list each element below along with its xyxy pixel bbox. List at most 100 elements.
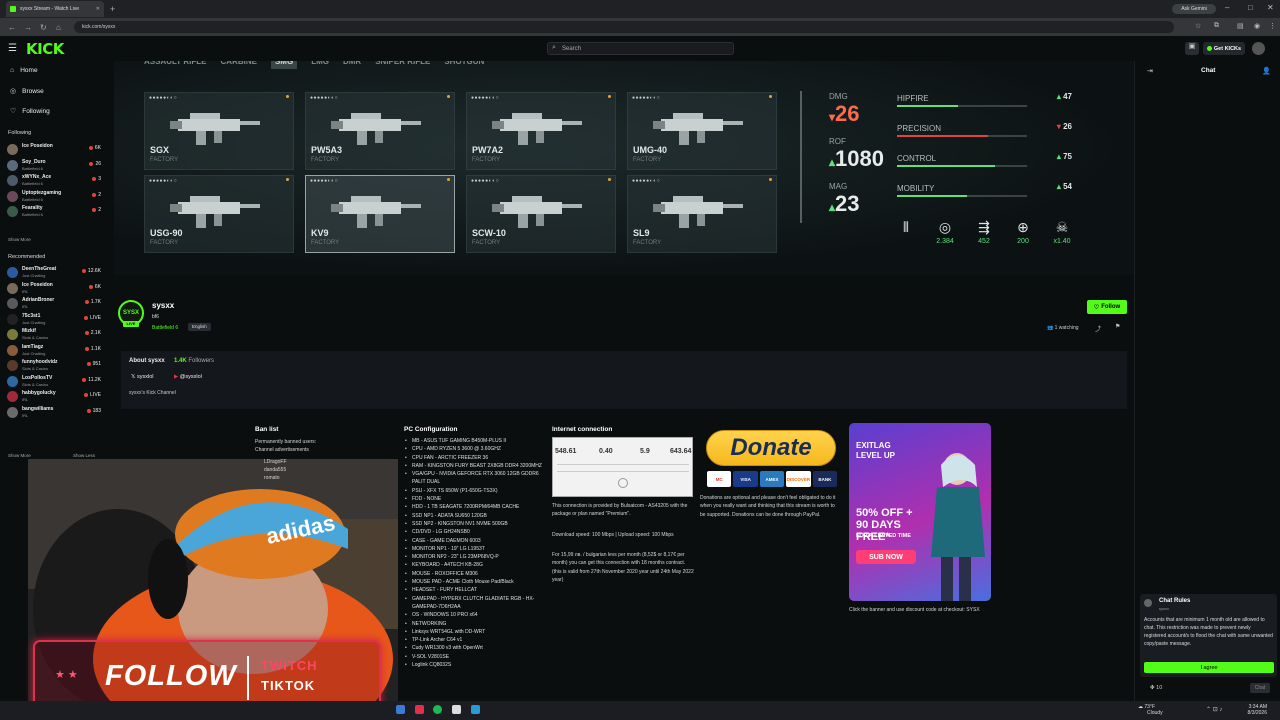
sidebar-channel[interactable]: AdrianBroner IRL 1.7K — [7, 297, 101, 311]
collapse-chat-icon[interactable]: ⇥ — [1147, 67, 1153, 75]
weapon-tag: FACTORY — [311, 240, 340, 246]
weapon-tab[interactable]: SHOTGUN — [444, 61, 484, 69]
maximize-icon[interactable]: □ — [1248, 3, 1253, 12]
profile-icon[interactable]: ◉ — [1254, 22, 1260, 30]
sidebar-channel[interactable]: IamTiagz Just Chatting 1.1K — [7, 344, 101, 358]
channel-name: bangwilliams — [22, 405, 54, 412]
forward-icon[interactable]: → — [24, 23, 32, 32]
sidebar-channel[interactable]: bangwilliams IRL 183 — [7, 406, 101, 420]
banner-sub-button[interactable]: SUB NOW — [856, 550, 916, 564]
search-input[interactable]: ⌕ Search — [547, 42, 734, 55]
extensions-icon[interactable]: ⧉ — [1214, 22, 1219, 30]
stream-category[interactable]: Battlefield 6 — [152, 325, 178, 331]
sidebar-nav-item[interactable]: ⌂ Home — [10, 67, 38, 74]
about-title: About sysxx — [129, 358, 165, 364]
weapon-tab[interactable]: DMR — [343, 61, 361, 69]
sidebar-nav-item[interactable]: ♡ Following — [10, 107, 50, 116]
show-more-button[interactable]: Show More — [8, 237, 31, 242]
video-player[interactable]: ASSAULT RIFLE CARBINE SMG LMG DMR SNIPER RIFL… — [114, 61, 1134, 275]
clock[interactable]: 3:34 AM 8/3/2026 — [1237, 704, 1267, 716]
share-icon[interactable]: ⤴ — [1095, 324, 1101, 333]
speedtest-image[interactable]: 548.61 0.40 5.9 643.64 — [552, 437, 693, 497]
sidebar-channel[interactable]: Fearality Battlefield 6 2 — [7, 205, 101, 219]
weapon-tab[interactable]: LMG — [311, 61, 329, 69]
weapon-card[interactable]: ●●●●●◐◐○ PW5A3 FACTORY — [305, 92, 455, 170]
follow-button[interactable]: ♡ Follow — [1087, 300, 1127, 314]
browser-tab[interactable]: sysxx Stream - Watch Live ✕ — [6, 1, 104, 17]
viewer-count-value: 3 — [98, 176, 101, 182]
sidebar-channel[interactable]: funnyhoodvidz Slots & Casino 951 — [7, 359, 101, 373]
channel-avatar — [7, 206, 18, 217]
weapon-tab[interactable]: ASSAULT RIFLE — [144, 61, 207, 69]
bank-icon: BANK — [812, 471, 838, 487]
sidebar-channel[interactable]: LosPollosTV Slots & Casino 11.2K — [7, 375, 101, 389]
get-kicks-button[interactable]: Get KICKs — [1203, 42, 1245, 55]
donate-button[interactable]: Donate — [706, 430, 836, 466]
home-browser-icon[interactable]: ⌂ — [56, 23, 64, 32]
sidebar-channel[interactable]: habbygolucky IRL LIVE — [7, 390, 101, 404]
exitlag-banner[interactable]: EXITLAG LEVEL UP 50% OFF + 90 DAYS FREE* … — [849, 423, 991, 601]
viewer-count: 3 — [92, 176, 101, 182]
inbox-button[interactable]: ▣ — [1185, 42, 1199, 55]
taskbar-app-icon[interactable] — [396, 705, 405, 714]
sidebar-channel[interactable]: Mizkif Slots & Casino 2.1K — [7, 328, 101, 342]
weapon-tab[interactable]: SMG — [270, 61, 298, 69]
new-tab-icon[interactable]: + — [110, 4, 115, 14]
taskbar-app-icon[interactable] — [471, 705, 480, 714]
weapon-card[interactable]: ●●●●●◐◐○ KV9 FACTORY — [305, 175, 455, 253]
sidebar-channel[interactable]: DeenTheGreat Just Chatting 12.6K — [7, 266, 101, 280]
x-social-link[interactable]: 𝕏 sysxlol — [131, 374, 153, 380]
bookmark-star-icon[interactable]: ☆ — [1195, 22, 1201, 30]
weapon-image — [331, 113, 421, 145]
pc-config-item: V-SOL V2801SE — [404, 653, 544, 662]
weapon-tab[interactable]: CARBINE — [221, 61, 257, 69]
system-tray[interactable]: ⌃ ⊡ ♪ — [1206, 706, 1222, 713]
taskbar-app-icon[interactable] — [415, 705, 424, 714]
report-icon[interactable]: ⚑ — [1115, 323, 1120, 330]
youtube-social-link[interactable]: ▶ @sysxlol — [174, 374, 202, 380]
spotify-icon[interactable] — [433, 705, 442, 714]
channel-name[interactable]: sysxx — [152, 301, 174, 310]
sidebar-channel[interactable]: 75c3st1 Just Chatting LIVE — [7, 313, 101, 327]
weapon-card[interactable]: ●●●●●◐◐○ SGX FACTORY — [144, 92, 294, 170]
weapon-tab[interactable]: SNIPER RIFLE — [375, 61, 430, 69]
ask-gemini-button[interactable]: Ask Gemini — [1172, 4, 1216, 14]
url-field[interactable]: kick.com/sysxx — [74, 21, 1174, 33]
show-more-button[interactable]: Show More — [8, 453, 31, 458]
user-avatar[interactable] — [1252, 42, 1265, 55]
new-indicator-icon — [286, 95, 289, 98]
chat-users-icon[interactable]: 👤 — [1262, 67, 1271, 75]
chat-send-button[interactable]: Chat — [1250, 683, 1270, 693]
agree-button[interactable]: I agree — [1144, 662, 1274, 673]
sidebar-channel[interactable]: Ice Poseidon IRL 6K — [7, 282, 101, 296]
weather-widget[interactable]: ☁ 73°F Cloudy — [1138, 704, 1163, 716]
weapon-card[interactable]: ●●●●●◐◐○ SL9 FACTORY — [627, 175, 777, 253]
taskbar-app-icon[interactable] — [452, 705, 461, 714]
weapon-attribute-bar: MOBILITY ▴ 54 — [897, 182, 1072, 202]
back-icon[interactable]: ← — [8, 23, 16, 32]
weapon-tag: FACTORY — [633, 240, 662, 246]
sidebar-toggle-icon[interactable]: ▤ — [1237, 22, 1244, 30]
close-window-icon[interactable]: ✕ — [1267, 3, 1274, 12]
show-less-button[interactable]: Show Less — [73, 453, 95, 458]
kicks-balance[interactable]: ✤ 10 — [1150, 685, 1162, 691]
close-tab-icon[interactable]: ✕ — [96, 6, 100, 12]
hamburger-menu-icon[interactable]: ☰ — [8, 43, 17, 54]
kick-logo[interactable]: KICK — [26, 40, 64, 58]
search-icon: ⌕ — [552, 44, 556, 51]
sidebar-channel[interactable]: xWYNx_Ace Battlefield 6 3 — [7, 174, 101, 188]
weapon-card[interactable]: ●●●●●◐◐○ USG-90 FACTORY — [144, 175, 294, 253]
sidebar-nav-item[interactable]: ◎ Browse — [10, 87, 44, 96]
minimize-icon[interactable]: – — [1225, 3, 1229, 12]
sidebar-channel[interactable]: Ice Poseidon 6K — [7, 143, 101, 157]
reload-icon[interactable]: ↻ — [40, 23, 48, 32]
weapon-card[interactable]: ●●●●●◐◐○ UMG-40 FACTORY — [627, 92, 777, 170]
sidebar-channel[interactable]: Soy_Duro Battlefield 6 26 — [7, 159, 101, 173]
weapon-card[interactable]: ●●●●●◐◐○ SCW-10 FACTORY — [466, 175, 616, 253]
sidebar-channel[interactable]: Uptoptezgaming Battlefield 6 2 — [7, 190, 101, 204]
weapon-image — [492, 113, 582, 145]
weapon-card[interactable]: ●●●●●◐◐○ PW7A2 FACTORY — [466, 92, 616, 170]
language-tag[interactable]: English — [188, 323, 211, 331]
browser-menu-icon[interactable]: ⋮ — [1269, 22, 1276, 30]
weapon-image — [170, 113, 260, 145]
